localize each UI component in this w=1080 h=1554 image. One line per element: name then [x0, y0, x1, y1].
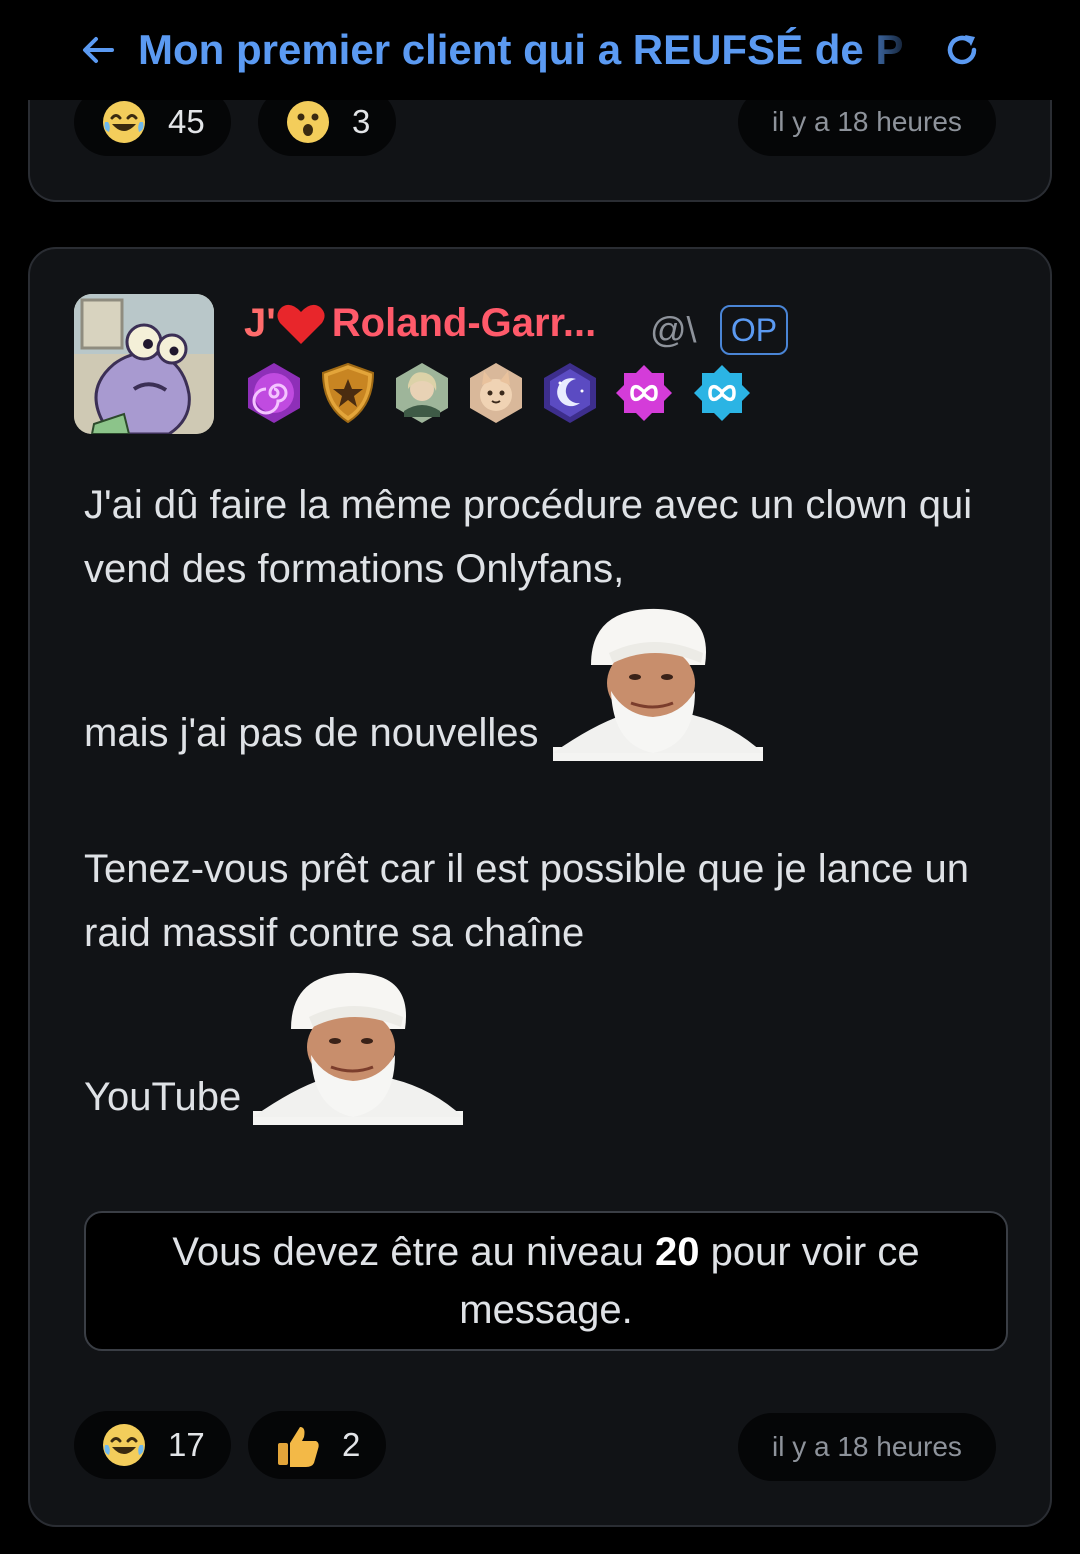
spiral-badge-icon[interactable]: [244, 361, 304, 425]
top-bar: Mon premier client qui a REUFSÉ de P: [0, 0, 1080, 100]
post-timestamp[interactable]: il y a 18 heures: [738, 1413, 996, 1481]
reaction-laugh[interactable]: 17: [74, 1411, 231, 1479]
star-shield-badge-icon[interactable]: [318, 361, 378, 425]
post-body-paragraph-3: Tenez-vous prêt car il est possible que …: [84, 847, 969, 955]
reaction-count: 2: [342, 1426, 361, 1463]
laughing-tears-emoji-icon: [103, 101, 145, 143]
reaction-count: 45: [168, 103, 205, 140]
refresh-icon: [947, 35, 977, 65]
level-locked-message: Vous devez être au niveau 20 pour voir c…: [84, 1211, 1008, 1351]
heart-icon: [277, 304, 325, 344]
author-name[interactable]: J' Roland-Garr...: [244, 301, 596, 346]
avatar[interactable]: [74, 294, 214, 434]
fish-avatar-image: [74, 294, 214, 434]
author-name-text: Roland-Garr...: [331, 301, 597, 345]
refresh-button[interactable]: [938, 26, 986, 74]
portrait-badge-icon[interactable]: [392, 361, 452, 425]
topic-title: Mon premier client qui a REUFSÉ de P: [138, 26, 904, 73]
sticker-bearded-man: [552, 608, 763, 761]
op-badge: OP: [720, 305, 788, 355]
reaction-count: 3: [352, 103, 371, 140]
badge-row: [244, 361, 752, 425]
back-button[interactable]: [76, 28, 120, 72]
sticker-bearded-man: [253, 972, 464, 1125]
post-body-text: mais j'ai pas de nouvelles: [84, 711, 539, 755]
author-name-prefix: J': [244, 301, 276, 345]
post-body-line-4: YouTube: [84, 965, 984, 1125]
arrow-left-icon: [83, 37, 114, 63]
post-body-text: YouTube: [84, 1075, 242, 1119]
infinity-pink-badge-icon[interactable]: [614, 361, 674, 425]
infinity-blue-badge-icon[interactable]: [692, 361, 752, 425]
moon-badge-icon[interactable]: [540, 361, 600, 425]
locked-text-before: Vous devez être au niveau: [172, 1230, 644, 1274]
post-card: J' Roland-Garr... @\ OP J'ai dû faire la…: [28, 247, 1052, 1527]
required-level: 20: [654, 1230, 700, 1274]
post-body-line-2: mais j'ai pas de nouvelles: [84, 601, 984, 761]
level-locked-text: Vous devez être au niveau 20 pour voir c…: [126, 1223, 966, 1339]
surprised-emoji-icon: [287, 101, 329, 143]
thumbs-up-emoji-icon: [278, 1427, 319, 1467]
reaction-thumbs-up[interactable]: 2: [248, 1411, 387, 1479]
author-handle: @\: [650, 309, 697, 350]
post-body-paragraph-1: J'ai dû faire la même procédure avec un …: [84, 483, 973, 591]
reaction-count: 17: [168, 1426, 205, 1463]
laughing-tears-emoji-icon: [103, 1424, 145, 1466]
cat-badge-icon[interactable]: [466, 361, 526, 425]
